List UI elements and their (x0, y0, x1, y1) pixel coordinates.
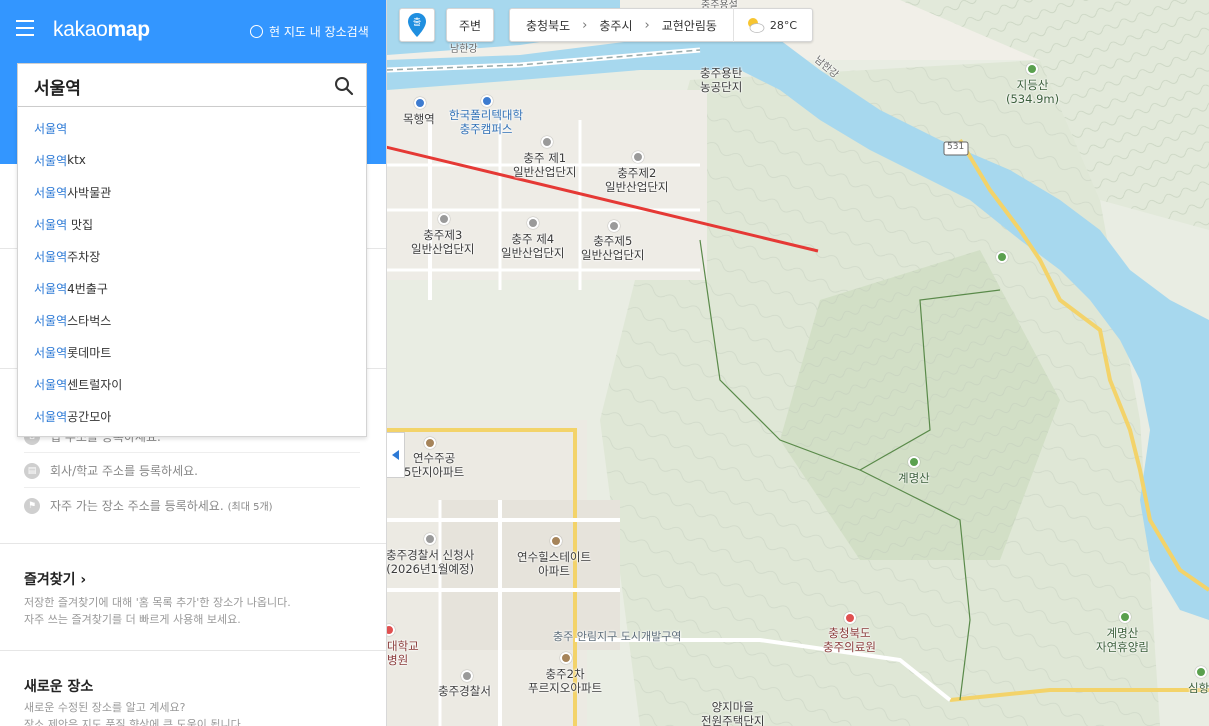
new-places-title[interactable]: 새로운 장소 (24, 676, 93, 696)
nearby-button[interactable]: 주변 (446, 8, 494, 42)
forest-icon[interactable] (1119, 611, 1131, 623)
label-polytech[interactable]: 한국폴리텍대학 충주캠퍼스 (449, 108, 523, 137)
industrial-icon[interactable] (527, 217, 539, 229)
flag-icon: ⚑ (24, 497, 40, 514)
favorites-desc-1: 저장한 즐겨찾기에 대해 '홈 목록 추가'한 장소가 나옵니다. (24, 596, 291, 609)
river-label-south: 남한강 (450, 44, 478, 55)
breadcrumb-district[interactable]: 교현안림동 (656, 17, 723, 34)
breadcrumb-province[interactable]: 충청북도 (520, 17, 576, 34)
sidebar-collapse-button[interactable] (387, 432, 405, 478)
radio-icon (250, 25, 263, 38)
partly-cloudy-icon (747, 18, 765, 33)
location-breadcrumb[interactable]: 충청북도 › 충주시 › 교현안림동 28°C (509, 8, 813, 42)
suggestion-item[interactable]: 서울역 센트럴자이 (18, 368, 366, 400)
label-gyemyeongsan[interactable]: 계명산 (898, 471, 930, 486)
breadcrumb-city[interactable]: 충주시 (593, 17, 638, 34)
label-mokhaeng-station[interactable]: 목행역 (403, 112, 435, 127)
kakaomap-logo[interactable]: kakaomap (53, 18, 150, 42)
new-places-desc-2: 장소 제안은 지도 품질 향상에 큰 도움이 됩니다. (24, 718, 245, 726)
suggestion-item[interactable]: 서울역 맛집 (18, 208, 366, 240)
label-police-new[interactable]: 충주경찰서 신청사 (2026년1월예정) (386, 548, 474, 577)
apartment-icon[interactable] (550, 535, 562, 547)
chevron-right-icon: › (582, 17, 588, 33)
label-ind5[interactable]: 충주제5 일반산업단지 (581, 234, 644, 263)
hospital-icon[interactable] (844, 612, 856, 624)
frequent-place-text: 자주 가는 장소 주소를 등록하세요. (50, 499, 224, 513)
favorites-desc-2: 자주 쓰는 즐겨찾기를 더 빠르게 사용해 보세요. (24, 613, 241, 626)
label-police[interactable]: 충주경찰서 (438, 684, 491, 699)
suggestion-item[interactable]: 서울역 주차장 (18, 240, 366, 272)
suggestion-item[interactable]: 서울역 사박물관 (18, 176, 366, 208)
industrial-icon[interactable] (541, 136, 553, 148)
search-input[interactable] (34, 64, 324, 108)
location-pin-icon: 출 (408, 13, 426, 37)
label-medical-center[interactable]: 충청북도 충주의료원 (823, 626, 876, 655)
label-yeonsu-hills[interactable]: 연수힐스테이트 아파트 (517, 550, 591, 579)
suggestion-item[interactable]: 서울역 4번출구 (18, 272, 366, 304)
school-icon[interactable] (481, 95, 493, 107)
apartment-icon[interactable] (424, 437, 436, 449)
building-icon: ▤ (24, 462, 40, 479)
industrial-icon[interactable] (438, 213, 450, 225)
apartment-icon[interactable] (560, 652, 572, 664)
police-icon[interactable] (424, 533, 436, 545)
suggestion-item[interactable]: 서울역 공간모아 (18, 400, 366, 432)
svg-text:출: 출 (413, 17, 421, 28)
label-yongtan[interactable]: 충주용탄 농공단지 (700, 66, 742, 95)
temperature-text: 28°C (769, 18, 798, 32)
route-531-label: 531 (947, 142, 965, 152)
label-ind4[interactable]: 충주 제4 일반산업단지 (501, 232, 564, 261)
search-icon[interactable] (334, 76, 354, 96)
suggestion-item[interactable]: 서울역 스타벅스 (18, 304, 366, 336)
suggestion-item[interactable]: 서울역 롯데마트 (18, 336, 366, 368)
frequent-place-row[interactable]: ⚑ 자주 가는 장소 주소를 등록하세요. (최대 5개) (24, 497, 273, 514)
label-sim[interactable]: 심항 (1188, 681, 1209, 696)
work-address-row[interactable]: ▤ 회사/학교 주소를 등록하세요. (24, 462, 198, 479)
map-area-search-label: 현 지도 내 장소검색 (269, 25, 369, 39)
label-yangji[interactable]: 양지마을 전원주택단지 (701, 700, 764, 726)
police-icon[interactable] (461, 670, 473, 682)
mountain-icon[interactable] (1026, 63, 1038, 75)
search-suggestion-list: 서울역 서울역 ktx 서울역 사박물관 서울역 맛집 서울역 주차장 서울역 4번출구… (17, 107, 367, 437)
map-area-search-toggle[interactable]: 현 지도 내 장소검색 (250, 23, 369, 40)
suggestion-item[interactable]: 서울역 ktx (18, 144, 366, 176)
weather-widget[interactable]: 28°C (732, 8, 798, 42)
mountain-icon[interactable] (996, 251, 1008, 263)
mountain-icon[interactable] (1195, 666, 1207, 678)
new-places-desc-1: 새로운 수정된 장소를 알고 계세요? (24, 701, 186, 714)
hamburger-menu-icon[interactable] (16, 20, 34, 36)
search-box (17, 63, 367, 108)
chevron-right-icon: › (644, 17, 650, 33)
label-ind3[interactable]: 충주제3 일반산업단지 (411, 228, 474, 257)
label-purgio[interactable]: 충주2차 푸르지오아파트 (528, 667, 602, 696)
frequent-place-note: (최대 5개) (227, 502, 273, 513)
label-anlim-district[interactable]: 충주 안림지구 도시개발구역 (553, 630, 681, 643)
roadview-button[interactable]: 출 (399, 8, 435, 42)
industrial-icon[interactable] (608, 220, 620, 232)
label-jidungsan[interactable]: 지등산 (534.9m) (1006, 78, 1059, 107)
station-icon[interactable] (414, 97, 426, 109)
label-hospital-left[interactable]: 대학교 병원 (387, 639, 419, 668)
label-ind1[interactable]: 충주 제1 일반산업단지 (513, 151, 576, 180)
mountain-icon[interactable] (908, 456, 920, 468)
caret-left-icon (391, 450, 399, 460)
label-forest[interactable]: 계명산 자연휴양림 (1096, 626, 1149, 655)
label-yeonsu-apt[interactable]: 연수주공 5단지아파트 (404, 451, 464, 480)
work-address-text: 회사/학교 주소를 등록하세요. (50, 464, 198, 478)
industrial-icon[interactable] (632, 151, 644, 163)
suggestion-item[interactable]: 서울역 (18, 112, 366, 144)
label-ind2[interactable]: 충주제2 일반산업단지 (605, 166, 668, 195)
favorites-title[interactable]: 즐겨찾기 › (24, 569, 86, 589)
